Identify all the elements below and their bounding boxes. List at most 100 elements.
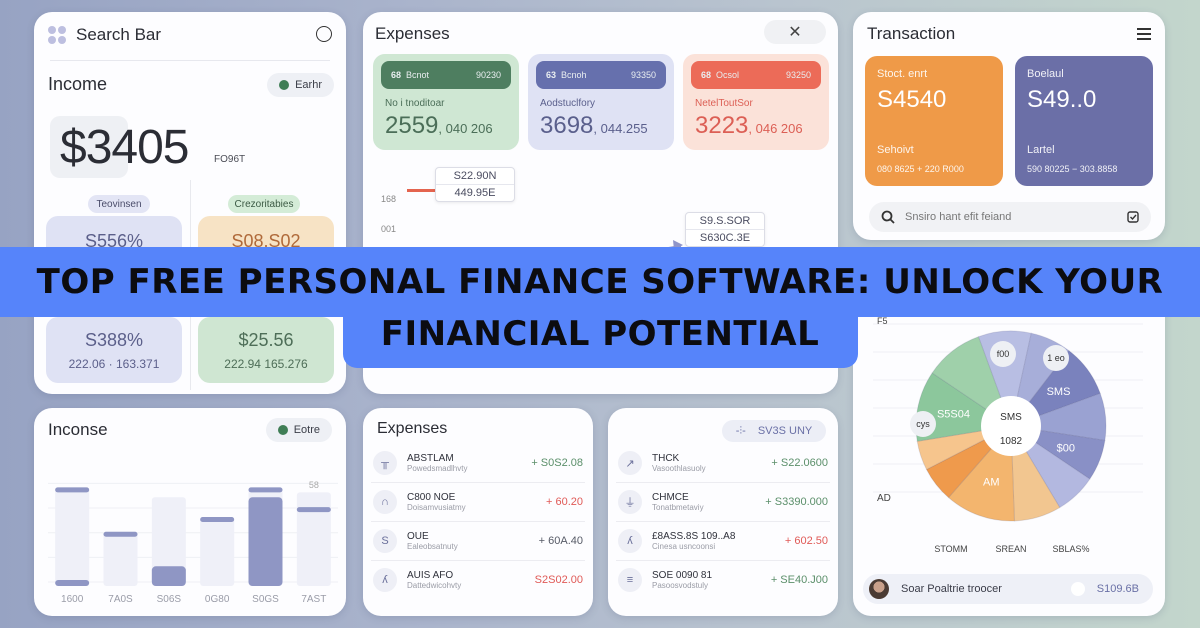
bag-icon: ∩ — [373, 490, 397, 514]
x-tick-label: S06S — [157, 594, 182, 605]
legend-label: STOMM — [934, 544, 967, 554]
pie-center — [981, 396, 1041, 456]
row-amount: + SE40.J00 — [770, 574, 828, 586]
tile-detail: 080 8625 + 220 R000 — [877, 164, 964, 174]
row-title: £8ASS.8S 109..A8 — [652, 531, 736, 542]
transaction-title: Transaction — [867, 24, 956, 43]
status-pill-label: Earhr — [295, 79, 322, 91]
tag-right[interactable]: Crezoritabies — [228, 195, 300, 213]
apps-grid-icon[interactable] — [48, 26, 66, 44]
list-item[interactable]: S OUE Ealeobsatnuty + 60A.40 — [363, 522, 593, 560]
legend-label: SREAN — [995, 544, 1026, 554]
hamburger-icon[interactable] — [1137, 28, 1151, 43]
callout-2[interactable]: S9.S.SOR S630C.3E — [685, 212, 765, 247]
toggle-dot-icon[interactable] — [1070, 582, 1085, 596]
tile-sub: 222.06 · 163.371 — [68, 356, 160, 371]
search-icon — [881, 210, 895, 224]
x-tick-label: 0G80 — [205, 594, 230, 605]
row-text: ABSTLAM Powedsmadlhvty — [407, 453, 521, 473]
row-amount: + S22.0600 — [771, 457, 828, 469]
row-text: SOE 0090 81 Pasoosvodstuly — [652, 570, 761, 590]
divider — [50, 60, 330, 61]
transactions-list-card: -⫶- SV3S UNY ↗ THCK Vasoothlasuoly + S22.06… — [608, 408, 838, 616]
x-tick-label: 1600 — [61, 594, 84, 605]
row-text: OUE Ealeobsatnuty — [407, 531, 529, 551]
tag-left[interactable]: Teovinsen — [88, 195, 150, 213]
callout-1[interactable]: S22.90N 449.95E — [435, 167, 515, 202]
filter-icon: -⫶- — [735, 424, 746, 437]
bar-chart: 1600 7A0S S06S 0G80 S0GS 7AST 58 — [48, 480, 338, 605]
list-item[interactable]: ʎ AUIS AFO Dattedwicohvty S2S02.00 — [363, 561, 593, 599]
row-subtitle: Cinesa usncoonsi — [652, 542, 716, 551]
list-item[interactable]: ⏚ CHMCE Tonatbmetaviy + S3390.000 — [608, 483, 838, 521]
row-subtitle: Ealeobsatnuty — [407, 542, 458, 551]
bar[interactable] — [248, 497, 283, 586]
person-icon: ʎ — [373, 568, 397, 592]
row-amount: + 60.20 — [545, 496, 583, 508]
row-subtitle: Pasoosvodstuly — [652, 581, 709, 590]
x-tick-label: 7AST — [301, 594, 326, 605]
building-icon: ╥ — [373, 451, 397, 475]
status-pill[interactable]: Eotre — [265, 418, 332, 442]
callout-line: S630C.3E — [686, 229, 764, 246]
tile-label: Stoct. enrt — [877, 68, 928, 80]
filter-button[interactable]: -⫶- SV3S UNY — [722, 420, 826, 442]
bar-annotation: 58 — [309, 480, 319, 490]
transaction-tile-orange[interactable]: Stoct. enrt S4540 Sehoivt 080 8625 + 220… — [865, 56, 1003, 186]
list-item[interactable]: ʎ £8ASS.8S 109..A8 Cinesa usncoonsi + 602.5… — [608, 522, 838, 560]
incomse-chart-card: Inconse Eotre 1600 7A0S S06S 0G80 S0GS 7AST 58 — [34, 408, 346, 616]
circle-icon[interactable] — [316, 26, 332, 42]
transaction-search[interactable]: Snsiro hant efit feiand — [869, 202, 1151, 232]
incomse-title: Inconse — [48, 420, 108, 439]
bar[interactable] — [151, 566, 186, 586]
tile-label: Boelaul — [1027, 68, 1064, 80]
profile-bar[interactable]: Soar Poaltrie troocer S109.6B — [863, 574, 1153, 604]
walk-icon: ʎ — [618, 529, 642, 553]
row-subtitle: Tonatbmetaviy — [652, 503, 704, 512]
list-item[interactable]: ╥ ABSTLAM Powedsmadlhvty + S0S2.08 — [363, 444, 593, 482]
bank-icon: ⏚ — [618, 490, 642, 514]
row-title: CHMCE — [652, 492, 689, 503]
bubble-label: cys — [916, 419, 930, 429]
transaction-tile-purple[interactable]: Boelaul S49..0 Lartel 590 80225 − 303.88… — [1015, 56, 1153, 186]
banner-title-line-2: FINANCIAL POTENTIAL — [380, 314, 820, 354]
status-dot-icon — [279, 80, 290, 90]
bar[interactable] — [55, 580, 90, 586]
profile-value: S109.6B — [1096, 583, 1139, 595]
expenses-list-title: Expenses — [377, 420, 448, 437]
search-bar-title[interactable]: Search Bar — [76, 25, 161, 45]
tile-sub: 222.94 165.276 — [224, 356, 308, 371]
slice-label: AM — [983, 477, 1000, 489]
legend-label: SBLAS% — [1052, 544, 1089, 554]
status-pill[interactable]: Earhr — [267, 73, 334, 97]
slice-label: SMS — [1047, 386, 1071, 398]
list-item[interactable]: ∩ C800 NOE Doisamvusiatmy + 60.20 — [363, 483, 593, 521]
expenses-list-card: Expenses ╥ ABSTLAM Powedsmadlhvty + S0S2.08… — [363, 408, 593, 616]
callout-line: 449.95E — [436, 184, 514, 201]
tile-detail: 590 80225 − 303.8858 — [1027, 164, 1118, 174]
checkbox-icon[interactable] — [1127, 211, 1139, 223]
list-item[interactable]: ↗ THCK Vasoothlasuoly + S22.0600 — [608, 444, 838, 482]
slice-label: $00 — [1057, 442, 1075, 454]
row-text: £8ASS.8S 109..A8 Cinesa usncoonsi — [652, 531, 775, 551]
bar-top-marker — [248, 487, 283, 493]
bubble-label: 1 eo — [1047, 353, 1065, 363]
menu-list-icon: ≡ — [618, 568, 642, 592]
pie-center-top-label: SMS — [1000, 412, 1022, 423]
row-amount: + S0S2.08 — [531, 457, 583, 469]
filter-label: SV3S UNY — [757, 425, 813, 437]
banner-title-line-1: TOP FREE PERSONAL FINANCE SOFTWARE: UNLO… — [36, 262, 1164, 302]
row-amount: + 60A.40 — [538, 535, 583, 547]
row-amount: S2S02.00 — [534, 574, 583, 586]
bar-top-marker — [296, 507, 331, 513]
row-amount: + S3390.000 — [765, 496, 828, 508]
tile-label-2: Sehoivt — [877, 144, 914, 156]
tile-label-2: Lartel — [1027, 144, 1055, 156]
row-subtitle: Doisamvusiatmy — [407, 503, 466, 512]
bar-background — [103, 531, 138, 586]
row-text: C800 NOE Doisamvusiatmy — [407, 492, 536, 512]
x-tick-label: S0GS — [252, 594, 279, 605]
left-axis-label: AD — [877, 493, 891, 504]
x-tick-label: 7A0S — [108, 594, 133, 605]
list-item[interactable]: ≡ SOE 0090 81 Pasoosvodstuly + SE40.J00 — [608, 561, 838, 599]
